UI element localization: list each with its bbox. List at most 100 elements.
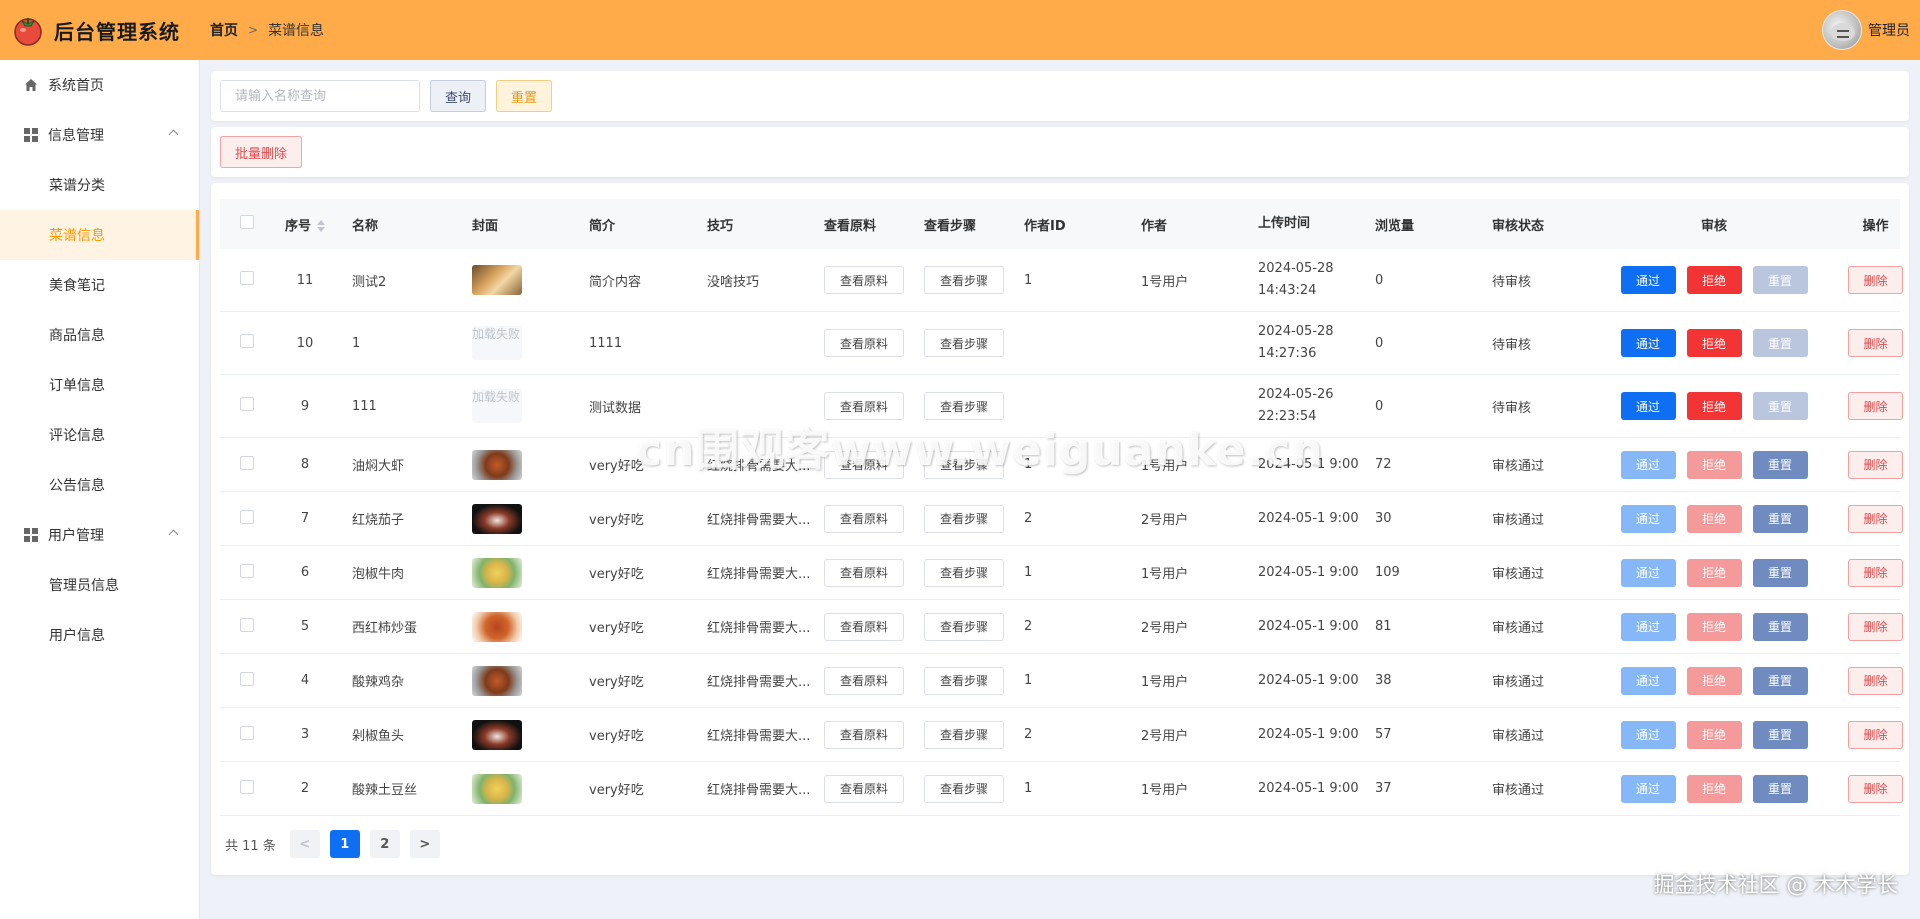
row-checkbox[interactable] [240,725,254,740]
approve-button[interactable]: 通过 [1620,612,1676,641]
search-input[interactable] [220,80,420,112]
sidebar-item-comments[interactable]: 评论信息 [0,410,199,460]
reject-button[interactable]: 拒绝 [1686,266,1742,294]
view-steps-button[interactable]: 查看步骤 [924,329,1005,357]
delete-button[interactable]: 删除 [1848,774,1903,803]
sort-icon[interactable] [317,220,325,232]
row-checkbox[interactable] [240,271,254,285]
batch-delete-button[interactable]: 批量删除 [220,136,303,168]
delete-button[interactable]: 删除 [1848,558,1903,587]
approve-button[interactable]: 通过 [1620,504,1676,533]
reject-button[interactable]: 拒绝 [1686,392,1742,420]
sidebar-item-food-notes[interactable]: 美食笔记 [0,260,199,310]
approve-button[interactable]: 通过 [1620,666,1676,695]
row-checkbox[interactable] [240,334,254,348]
avatar[interactable] [1822,10,1862,50]
reject-button[interactable]: 拒绝 [1686,720,1742,749]
reject-button[interactable]: 拒绝 [1686,329,1742,357]
reset-audit-button[interactable]: 重置 [1752,392,1808,420]
view-ingredients-button[interactable]: 查看原料 [824,612,905,641]
delete-button[interactable]: 删除 [1848,666,1903,695]
recipe-cover-image[interactable] [472,665,522,696]
sidebar-item-user-info[interactable]: 用户信息 [0,610,199,660]
row-checkbox[interactable] [240,509,254,524]
sidebar-group-users[interactable]: 用户管理 [0,510,199,560]
recipe-cover-image[interactable] [472,449,522,480]
recipe-cover-image[interactable] [472,611,522,642]
view-ingredients-button[interactable]: 查看原料 [824,774,905,803]
header-seq[interactable]: 序号 [270,215,340,234]
row-checkbox[interactable] [240,671,254,686]
view-steps-button[interactable]: 查看步骤 [924,666,1005,695]
delete-button[interactable]: 删除 [1848,450,1903,479]
reset-audit-button[interactable]: 重置 [1752,450,1808,479]
row-checkbox[interactable] [240,455,254,470]
reset-audit-button[interactable]: 重置 [1752,329,1808,357]
view-steps-button[interactable]: 查看步骤 [924,450,1005,479]
view-steps-button[interactable]: 查看步骤 [924,720,1005,749]
reject-button[interactable]: 拒绝 [1686,612,1742,641]
view-steps-button[interactable]: 查看步骤 [924,612,1005,641]
view-ingredients-button[interactable]: 查看原料 [824,558,905,587]
user-name[interactable]: 管理员 [1868,20,1910,40]
recipe-cover-image[interactable] [472,773,522,804]
recipe-cover-image[interactable] [472,503,522,534]
view-steps-button[interactable]: 查看步骤 [924,774,1005,803]
reset-audit-button[interactable]: 重置 [1752,558,1808,587]
approve-button[interactable]: 通过 [1620,720,1676,749]
view-ingredients-button[interactable]: 查看原料 [824,720,905,749]
approve-button[interactable]: 通过 [1620,774,1676,803]
view-steps-button[interactable]: 查看步骤 [924,266,1005,294]
row-checkbox[interactable] [240,617,254,632]
view-steps-button[interactable]: 查看步骤 [924,504,1005,533]
sidebar-item-home[interactable]: 系统首页 [0,60,199,110]
view-ingredients-button[interactable]: 查看原料 [824,266,905,294]
view-ingredients-button[interactable]: 查看原料 [824,329,905,357]
delete-button[interactable]: 删除 [1848,266,1903,294]
view-ingredients-button[interactable]: 查看原料 [824,504,905,533]
sidebar-item-notices[interactable]: 公告信息 [0,460,199,510]
reset-audit-button[interactable]: 重置 [1752,612,1808,641]
prev-page-button[interactable]: < [289,830,320,858]
row-checkbox[interactable] [240,779,254,794]
row-checkbox[interactable] [240,563,254,578]
view-steps-button[interactable]: 查看步骤 [924,558,1005,587]
app-logo[interactable]: 后台管理系统 [0,14,200,46]
view-steps-button[interactable]: 查看步骤 [924,392,1005,420]
sidebar-group-info[interactable]: 信息管理 [0,110,199,160]
row-checkbox[interactable] [240,397,254,411]
delete-button[interactable]: 删除 [1848,392,1903,420]
view-ingredients-button[interactable]: 查看原料 [824,450,905,479]
reset-audit-button[interactable]: 重置 [1752,774,1808,803]
sidebar-item-recipe-info[interactable]: 菜谱信息 [0,210,199,260]
reject-button[interactable]: 拒绝 [1686,774,1742,803]
delete-button[interactable]: 删除 [1848,329,1903,357]
recipe-cover-image[interactable] [472,557,522,588]
reject-button[interactable]: 拒绝 [1686,666,1742,695]
reset-audit-button[interactable]: 重置 [1752,266,1808,294]
sidebar-item-admin-info[interactable]: 管理员信息 [0,560,199,610]
reject-button[interactable]: 拒绝 [1686,558,1742,587]
approve-button[interactable]: 通过 [1620,329,1676,357]
breadcrumb-home[interactable]: 首页 [210,20,238,40]
reset-audit-button[interactable]: 重置 [1752,504,1808,533]
reset-button[interactable]: 重置 [496,80,553,112]
select-all-checkbox[interactable] [240,215,254,229]
reject-button[interactable]: 拒绝 [1686,504,1742,533]
view-ingredients-button[interactable]: 查看原料 [824,392,905,420]
approve-button[interactable]: 通过 [1620,558,1676,587]
approve-button[interactable]: 通过 [1620,266,1676,294]
sidebar-item-recipe-category[interactable]: 菜谱分类 [0,160,199,210]
sidebar-item-products[interactable]: 商品信息 [0,310,199,360]
delete-button[interactable]: 删除 [1848,504,1903,533]
recipe-cover-image[interactable] [472,265,522,295]
page-1-button[interactable]: 1 [329,830,360,858]
reset-audit-button[interactable]: 重置 [1752,666,1808,695]
approve-button[interactable]: 通过 [1620,450,1676,479]
reset-audit-button[interactable]: 重置 [1752,720,1808,749]
approve-button[interactable]: 通过 [1620,392,1676,420]
reject-button[interactable]: 拒绝 [1686,450,1742,479]
query-button[interactable]: 查询 [430,80,487,112]
page-2-button[interactable]: 2 [369,830,400,858]
delete-button[interactable]: 删除 [1848,720,1903,749]
